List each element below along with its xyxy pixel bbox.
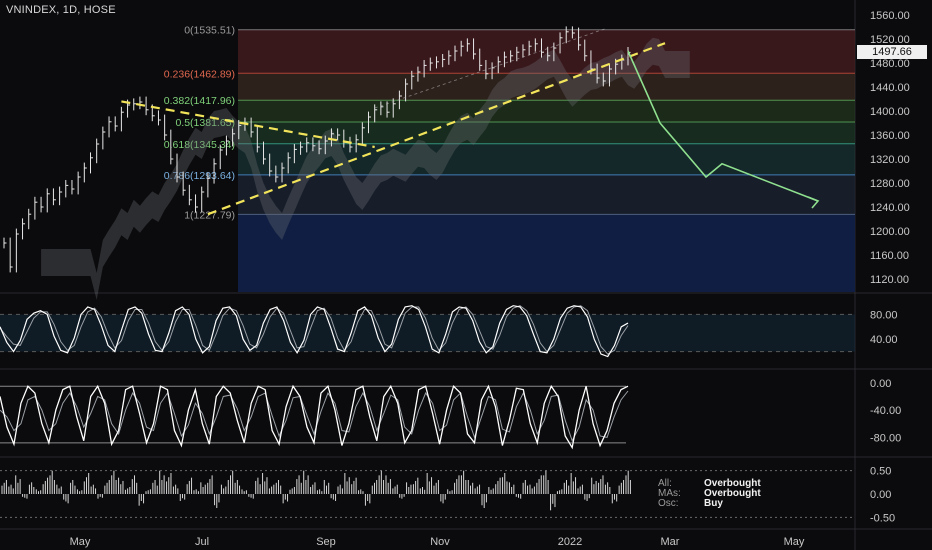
stoch-tick-0: 80.00 bbox=[870, 309, 898, 321]
rating-tick-1: 0.00 bbox=[870, 489, 891, 501]
price-tick-7: 1280.00 bbox=[870, 178, 910, 190]
last-price-label: 1497.66 bbox=[857, 45, 927, 59]
osc-tick-0: 0.00 bbox=[870, 378, 891, 390]
time-tick-1: Jul bbox=[195, 536, 209, 548]
price-tick-4: 1400.00 bbox=[870, 106, 910, 118]
price-tick-11: 1120.00 bbox=[870, 274, 909, 286]
price-tick-10: 1160.00 bbox=[870, 250, 909, 262]
price-tick-9: 1200.00 bbox=[870, 226, 910, 238]
fib-label-1: 0.236(1462.89) bbox=[164, 68, 235, 80]
price-tick-2: 1480.00 bbox=[870, 58, 910, 70]
time-tick-3: Nov bbox=[430, 536, 450, 548]
osc-tick-2: -80.00 bbox=[870, 432, 901, 444]
fib-zone-5 bbox=[238, 174, 855, 215]
rating-tick-0: 0.50 bbox=[870, 466, 891, 478]
time-tick-2: Sep bbox=[316, 536, 336, 548]
osc-tick-1: -40.00 bbox=[870, 405, 901, 417]
rating-tick-2: -0.50 bbox=[870, 512, 895, 524]
price-tick-0: 1560.00 bbox=[870, 10, 910, 22]
fib-label-2: 0.382(1417.96) bbox=[164, 95, 235, 107]
time-tick-0: May bbox=[70, 536, 91, 548]
osc-fast-line bbox=[0, 384, 629, 450]
fib-label-0: 0(1535.51) bbox=[184, 25, 235, 37]
fib-zone-extension bbox=[238, 214, 855, 292]
rating-osc: Osc: Buy bbox=[658, 498, 723, 509]
chart-root: { "title": "VNINDEX, 1D, HOSE", "last_pr… bbox=[0, 0, 932, 550]
price-tick-8: 1240.00 bbox=[870, 202, 910, 214]
stoch-tick-1: 40.00 bbox=[870, 334, 898, 346]
time-tick-5: Mar bbox=[661, 536, 680, 548]
fib-label-6: 1(1227.79) bbox=[184, 209, 235, 221]
price-tick-6: 1320.00 bbox=[870, 154, 910, 166]
fib-zone-2 bbox=[238, 100, 855, 123]
chart-canvas[interactable]: 0(1535.51) 0.236(1462.89) 0.382(1417.96) 0.… bbox=[0, 0, 932, 550]
time-tick-6: May bbox=[784, 536, 805, 548]
time-tick-4: 2022 bbox=[558, 536, 582, 548]
price-tick-3: 1440.00 bbox=[870, 82, 910, 94]
price-tick-5: 1360.00 bbox=[870, 130, 910, 142]
